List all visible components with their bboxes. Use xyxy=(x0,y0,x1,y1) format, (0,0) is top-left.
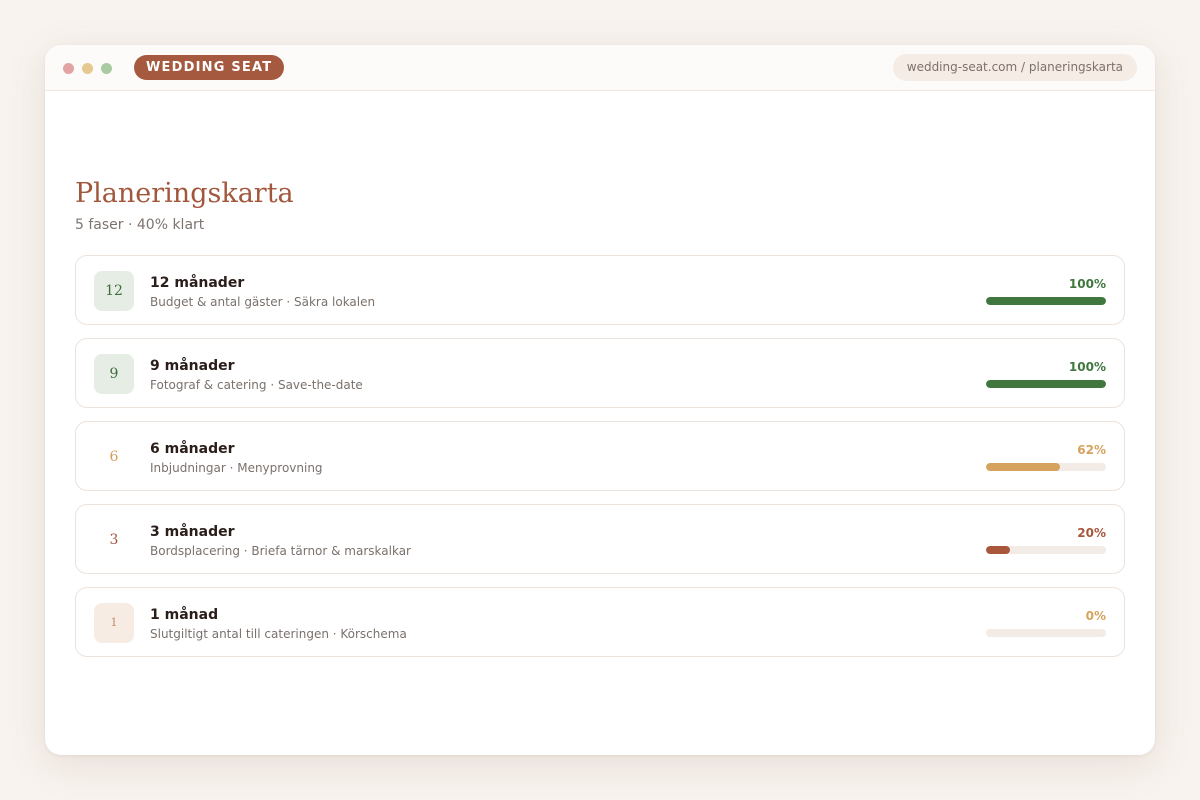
phase-tasks: Fotograf & catering · Save-the-date xyxy=(150,378,363,392)
phase-number-badge: 12 xyxy=(94,271,134,311)
phase-card-12-months[interactable]: 12 12 månader Budget & antal gäster · Sä… xyxy=(75,255,1125,325)
app-window: WEDDING SEAT wedding-seat.com / planerin… xyxy=(45,45,1155,755)
phase-percent: 62% xyxy=(1077,443,1106,457)
brand-logo-badge[interactable]: WEDDING SEAT xyxy=(134,55,285,80)
phase-number-badge: 6 xyxy=(109,449,119,465)
phase-percent: 100% xyxy=(1068,277,1106,291)
phase-progress-fill xyxy=(986,463,1061,471)
phase-tasks: Slutgiltigt antal till cateringen · Körs… xyxy=(150,627,407,641)
phase-percent: 100% xyxy=(1068,360,1106,374)
phase-list: 12 12 månader Budget & antal gäster · Sä… xyxy=(75,255,1125,657)
page-title: Planeringskarta xyxy=(75,178,294,209)
phase-title: 12 månader xyxy=(150,275,245,291)
page-subtitle: 5 faser · 40% klart xyxy=(75,217,205,233)
window-titlebar: WEDDING SEAT wedding-seat.com / planerin… xyxy=(45,45,1155,91)
phase-title: 6 månader xyxy=(150,441,235,457)
phase-progress-fill xyxy=(986,380,1106,388)
phase-title: 3 månader xyxy=(150,524,235,540)
window-maximize-button[interactable] xyxy=(101,63,112,74)
phase-percent: 20% xyxy=(1077,526,1106,540)
phase-card-3-months[interactable]: 3 3 månader Bordsplacering · Briefa tärn… xyxy=(75,504,1125,574)
window-close-button[interactable] xyxy=(63,63,74,74)
phase-progress-bar xyxy=(986,380,1106,388)
phase-title: 9 månader xyxy=(150,358,235,374)
phase-number-badge: 3 xyxy=(109,532,119,548)
phase-percent: 0% xyxy=(1085,609,1106,623)
phase-progress-bar xyxy=(986,297,1106,305)
phase-progress-bar xyxy=(986,546,1106,554)
phase-tasks: Bordsplacering · Briefa tärnor & marskal… xyxy=(150,544,411,558)
phase-card-9-months[interactable]: 9 9 månader Fotograf & catering · Save-t… xyxy=(75,338,1125,408)
phase-progress-fill xyxy=(986,546,1010,554)
phase-title: 1 månad xyxy=(150,607,219,623)
phase-card-1-month[interactable]: 1 1 månad Slutgiltigt antal till caterin… xyxy=(75,587,1125,657)
phase-number-badge: 9 xyxy=(94,354,134,394)
phase-tasks: Budget & antal gäster · Säkra lokalen xyxy=(150,295,376,309)
phase-tasks: Inbjudningar · Menyprovning xyxy=(150,461,323,475)
phase-progress-bar xyxy=(986,629,1106,637)
phase-card-6-months[interactable]: 6 6 månader Inbjudningar · Menyprovning … xyxy=(75,421,1125,491)
url-bar[interactable]: wedding-seat.com / planeringskarta xyxy=(892,54,1137,81)
phase-number-badge: 1 xyxy=(94,603,134,643)
main-content: Planeringskarta 5 faser · 40% klart 12 1… xyxy=(75,90,1125,670)
phase-progress-fill xyxy=(986,297,1106,305)
window-minimize-button[interactable] xyxy=(82,63,93,74)
phase-progress-bar xyxy=(986,463,1106,471)
